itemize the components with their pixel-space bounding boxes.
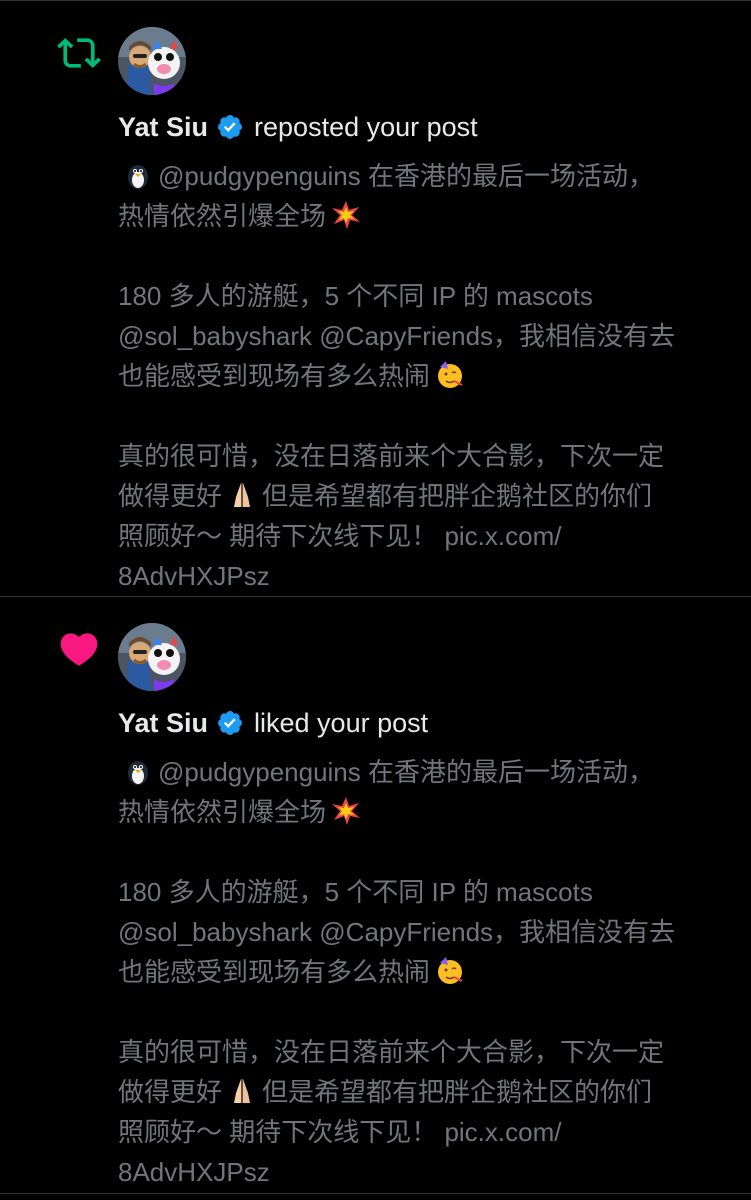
actor-line: Yat Siu liked your post [118,703,428,743]
actor-name[interactable]: Yat Siu [118,708,208,739]
post-line-8: 照顾好～ 期待下次线下见！ pic.x.com/ [118,1117,562,1147]
post-text[interactable]: @pudgypenguins 在香港的最后一场活动， 热情依然引爆全场 180 … [118,752,738,1192]
notification-repost[interactable]: Yat Siu reposted your post @pudgypenguin… [0,0,751,597]
post-line-3: 180 多人的游艇，5 个不同 IP 的 mascots [118,281,593,311]
post-line-6: 真的很可惜，没在日落前来个大合影，下次一定 [118,441,665,471]
avatar[interactable] [118,27,186,95]
post-line-4: @sol_babyshark @CapyFriends，我相信没有去 [118,321,676,351]
post-line-1: @pudgypenguins 在香港的最后一场活动， [118,156,738,196]
partying-face-emoji [434,955,466,987]
mention-link[interactable]: @pudgypenguins [158,757,361,787]
post-line-3: 180 多人的游艇，5 个不同 IP 的 mascots [118,877,593,907]
post-line-6: 真的很可惜，没在日落前来个大合影，下次一定 [118,1037,665,1067]
penguin-emoji [122,159,154,191]
verified-badge-icon [216,113,244,141]
notification-like[interactable]: Yat Siu liked your post @pudgypenguins 在… [0,597,751,1194]
actor-line: Yat Siu reposted your post [118,107,478,147]
collision-emoji [330,199,362,231]
actor-name[interactable]: Yat Siu [118,112,208,143]
post-line-9: 8AdvHXJPsz [118,1157,270,1187]
post-line-8: 照顾好～ 期待下次线下见！ pic.x.com/ [118,521,562,551]
folded-hands-emoji [226,1075,258,1107]
mention-link[interactable]: @pudgypenguins [158,161,361,191]
post-line-9: 8AdvHXJPsz [118,561,270,591]
post-text[interactable]: @pudgypenguins 在香港的最后一场活动， 热情依然引爆全场 180 … [118,156,738,596]
post-line-4: @sol_babyshark @CapyFriends，我相信没有去 [118,917,676,947]
post-line-2: 热情依然引爆全场 [118,196,738,236]
post-line-2: 热情依然引爆全场 [118,792,738,832]
action-text: reposted your post [254,111,478,142]
post-line-7: 做得更好 但是希望都有把胖企鹅社区的你们 [118,479,653,511]
post-line-1: @pudgypenguins 在香港的最后一场活动， [118,752,738,792]
repost-icon [56,31,102,75]
folded-hands-emoji [226,479,258,511]
action-text: liked your post [254,707,429,738]
post-line-5: 也能感受到现场有多么热闹 [118,356,738,396]
collision-emoji [330,795,362,827]
verified-badge-icon [216,709,244,737]
avatar[interactable] [118,623,186,691]
penguin-emoji [122,755,154,787]
notifications-feed: Yat Siu reposted your post @pudgypenguin… [0,0,751,1200]
partying-face-emoji [434,359,466,391]
heart-icon [56,627,102,671]
post-line-7: 做得更好 但是希望都有把胖企鹅社区的你们 [118,1075,653,1107]
post-line-5: 也能感受到现场有多么热闹 [118,952,738,992]
